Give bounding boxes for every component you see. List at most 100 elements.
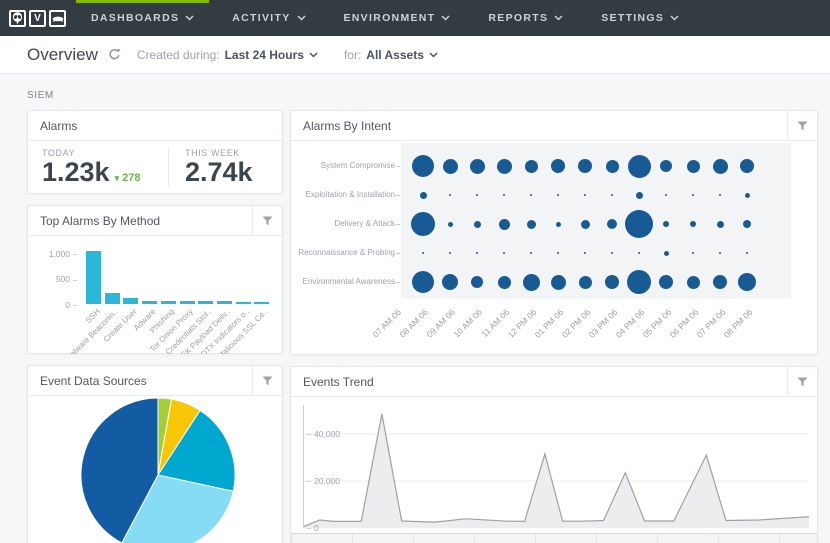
funnel-icon xyxy=(797,377,808,386)
for-value: All Assets xyxy=(366,47,424,62)
created-during-label: Created during: xyxy=(136,47,220,62)
bar xyxy=(123,297,139,304)
chevron-down-icon xyxy=(309,51,318,58)
bar-chart: 1,000 500 0 SSH Malware Beaconin.. Create Use… xyxy=(28,236,282,354)
bubble-plot-area xyxy=(401,143,791,299)
bar xyxy=(160,300,176,304)
bubble xyxy=(522,273,540,291)
filter-button[interactable] xyxy=(252,366,282,395)
bubble xyxy=(605,275,619,289)
row-label: Exploitation & Installation xyxy=(305,190,395,199)
bubble xyxy=(411,212,435,236)
bar xyxy=(235,301,251,304)
top-nav: V DASHBOARDS ACTIVITY ENVIRONMENT REPORTS SE… xyxy=(0,0,830,36)
y-tick-label: 20,000 xyxy=(307,476,340,486)
x-tick-label: 07 AM 06 xyxy=(370,307,404,340)
bubble xyxy=(743,220,751,228)
bar xyxy=(142,300,158,304)
y-tick-label: 0 xyxy=(28,300,77,310)
nav-item-reports[interactable]: REPORTS xyxy=(473,0,578,36)
bubble-chart: System Compromise Exploitation & Installa… xyxy=(291,141,817,355)
funnel-icon xyxy=(262,376,273,385)
nav-item-label: ENVIRONMENT xyxy=(343,12,436,24)
row-label: Environmental Awareness xyxy=(302,277,395,286)
nav-item-dashboards[interactable]: DASHBOARDS xyxy=(76,0,210,36)
bubble xyxy=(738,273,756,291)
bubble xyxy=(449,252,451,254)
bar xyxy=(104,293,120,304)
nav-item-label: SETTINGS xyxy=(601,12,665,24)
y-tick-label: 500 xyxy=(28,274,77,284)
bubble xyxy=(625,210,653,238)
bubble xyxy=(712,158,728,174)
bubble xyxy=(447,221,453,227)
bubble xyxy=(719,252,721,254)
card-title: Top Alarms By Method xyxy=(40,213,161,228)
today-delta: ▾ 278 xyxy=(114,171,141,184)
bubble xyxy=(530,194,532,196)
axis-tick xyxy=(396,195,400,196)
bubble xyxy=(551,159,565,173)
bubble xyxy=(584,252,586,254)
bubble xyxy=(713,275,727,289)
nav-item-environment[interactable]: ENVIRONMENT xyxy=(329,0,466,36)
saucer-icon xyxy=(49,9,66,27)
bar xyxy=(216,301,232,304)
bubble xyxy=(530,252,532,254)
axis-tick xyxy=(396,166,400,167)
chevron-down-icon xyxy=(429,51,438,58)
alarms-card: Alarms TODAY 1.23k ▾ 278 THIS WEEK 2.74k xyxy=(27,110,283,194)
bubble xyxy=(442,158,458,174)
chevron-down-icon xyxy=(441,15,450,21)
bubble xyxy=(422,252,424,254)
bubble xyxy=(744,192,750,198)
bubble xyxy=(686,159,700,173)
funnel-icon xyxy=(262,216,273,225)
row-label: Delivery & Attack xyxy=(334,219,395,228)
section-label-siem: SIEM xyxy=(27,90,54,101)
refresh-button[interactable] xyxy=(108,48,121,61)
for-label: for: xyxy=(343,47,362,62)
bubble xyxy=(605,159,619,173)
nav-item-label: DASHBOARDS xyxy=(91,12,180,24)
filter-button[interactable] xyxy=(252,206,282,235)
bubble xyxy=(476,194,478,196)
chevron-down-icon xyxy=(670,15,679,21)
bubble xyxy=(716,220,724,228)
assets-dropdown[interactable]: for: All Assets xyxy=(344,48,438,62)
bubble xyxy=(690,221,696,227)
brand-logo[interactable]: V xyxy=(9,9,66,27)
area-chart: 40,000 20,000 0 xyxy=(291,397,817,543)
trend-x-axis-band xyxy=(291,533,817,543)
bubble xyxy=(449,194,451,196)
bubble xyxy=(580,219,590,229)
alarms-by-intent-card: Alarms By Intent System Compromise Exploi… xyxy=(290,110,818,355)
week-value: 2.74k xyxy=(185,157,253,187)
page-title: Overview xyxy=(27,44,98,64)
nav-menu: DASHBOARDS ACTIVITY ENVIRONMENT REPORTS SETT… xyxy=(76,0,702,36)
nav-item-activity[interactable]: ACTIVITY xyxy=(217,0,320,36)
nav-item-label: ACTIVITY xyxy=(232,12,291,24)
card-title: Events Trend xyxy=(303,374,374,389)
bubble xyxy=(746,252,748,254)
y-tick-label: 40,000 xyxy=(307,429,340,439)
card-title: Event Data Sources xyxy=(40,373,147,388)
bubble xyxy=(578,275,592,289)
bubble xyxy=(498,218,510,230)
bubble xyxy=(660,160,672,172)
bubble xyxy=(611,252,613,254)
bubble xyxy=(550,274,566,290)
created-during-dropdown[interactable]: Created during: Last 24 Hours xyxy=(137,48,318,62)
x-tick-label: 09 AM 06 xyxy=(424,307,458,340)
nav-item-settings[interactable]: SETTINGS xyxy=(586,0,694,36)
bubble xyxy=(469,158,485,174)
bubble xyxy=(524,159,538,173)
filter-button[interactable] xyxy=(787,111,817,140)
axis-tick xyxy=(396,282,400,283)
page-header: Overview Created during: Last 24 Hours f… xyxy=(0,36,830,74)
bubble xyxy=(638,252,640,254)
bubble xyxy=(473,220,481,228)
filter-button[interactable] xyxy=(787,367,817,396)
bubble xyxy=(740,159,754,173)
chevron-down-icon xyxy=(296,15,306,21)
